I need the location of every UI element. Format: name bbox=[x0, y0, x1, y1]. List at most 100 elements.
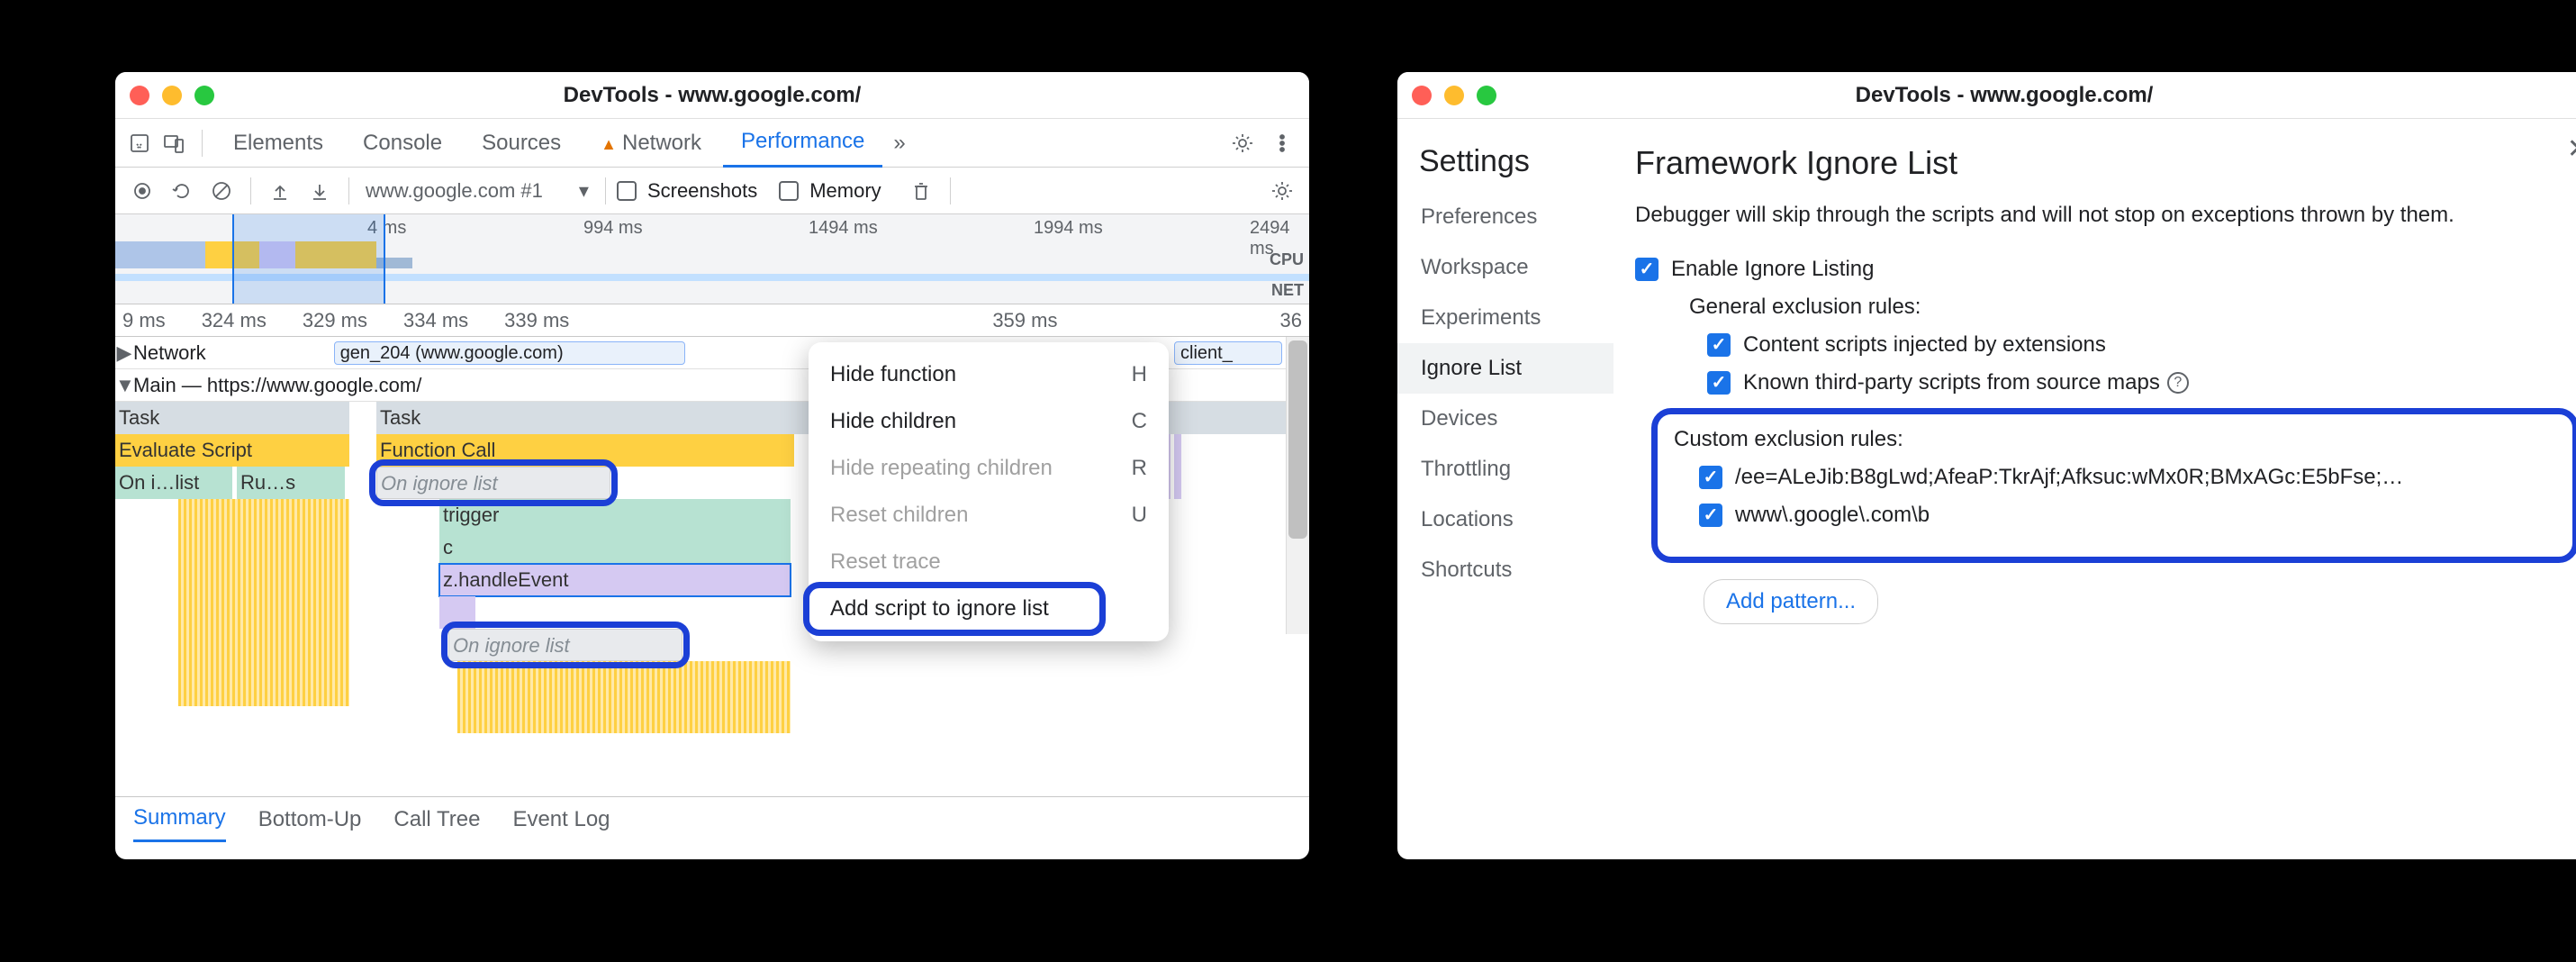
tab-overflow-button[interactable]: » bbox=[886, 131, 912, 156]
custom-rules-label: Custom exclusion rules: bbox=[1674, 427, 2556, 452]
menu-shortcut: U bbox=[1132, 503, 1147, 528]
close-window-icon[interactable] bbox=[1412, 86, 1432, 105]
tab-sources[interactable]: Sources bbox=[464, 120, 579, 167]
enable-ignore-listing-checkbox[interactable]: Enable Ignore Listing bbox=[1635, 257, 2576, 282]
settings-sidebar: Settings Preferences Workspace Experimen… bbox=[1397, 119, 1613, 859]
menu-label: Reset children bbox=[830, 503, 968, 528]
menu-add-to-ignore-list[interactable]: Add script to ignore list bbox=[809, 585, 1169, 632]
tab-event-log[interactable]: Event Log bbox=[512, 798, 610, 841]
main-track-label: Main — https://www.google.com/ bbox=[133, 369, 432, 401]
menu-label: Add script to ignore list bbox=[830, 596, 1049, 622]
window-title: DevTools - www.google.com/ bbox=[1397, 83, 2576, 108]
help-icon[interactable]: ? bbox=[2167, 372, 2189, 394]
settings-panel: ✕ Framework Ignore List Debugger will sk… bbox=[1613, 119, 2576, 859]
flame-event-sliver[interactable] bbox=[1174, 434, 1181, 499]
general-rules-label: General exclusion rules: bbox=[1635, 295, 2576, 320]
settings-heading: Settings bbox=[1397, 144, 1613, 192]
overview-tick: 1994 ms bbox=[1034, 218, 1103, 239]
sidebar-item-throttling[interactable]: Throttling bbox=[1397, 444, 1613, 495]
record-button[interactable] bbox=[124, 173, 160, 209]
panel-heading: Framework Ignore List bbox=[1635, 144, 2576, 182]
checkbox-label: Known third-party scripts from source ma… bbox=[1743, 370, 2160, 395]
panel-description: Debugger will skip through the scripts a… bbox=[1635, 200, 2576, 231]
tab-performance[interactable]: Performance bbox=[723, 118, 882, 168]
custom-rule-checkbox-1[interactable]: /ee=ALeJib:B8gLwd;AfeaP:TkrAjf;Afksuc:wM… bbox=[1674, 465, 2556, 490]
clear-button[interactable] bbox=[203, 173, 240, 209]
memory-checkbox[interactable]: Memory bbox=[779, 179, 881, 203]
network-request-bar[interactable]: gen_204 (www.google.com) bbox=[334, 341, 685, 365]
tab-console[interactable]: Console bbox=[345, 120, 460, 167]
sidebar-item-preferences[interactable]: Preferences bbox=[1397, 192, 1613, 242]
content-scripts-checkbox[interactable]: Content scripts injected by extensions bbox=[1635, 332, 2576, 358]
recording-selector[interactable]: www.google.com #1 ▾ bbox=[360, 179, 594, 203]
sidebar-item-devices[interactable]: Devices bbox=[1397, 394, 1613, 444]
custom-rule-text: www\.google\.com\b bbox=[1735, 503, 1930, 528]
tab-network[interactable]: Network bbox=[583, 120, 719, 167]
maximize-window-icon[interactable] bbox=[194, 86, 214, 105]
upload-icon[interactable] bbox=[262, 173, 298, 209]
menu-reset-children: Reset children U bbox=[809, 492, 1169, 539]
flame-event[interactable]: On i…list bbox=[115, 467, 232, 499]
garbage-collect-icon[interactable] bbox=[903, 173, 939, 209]
menu-hide-function[interactable]: Hide function H bbox=[809, 351, 1169, 398]
tab-call-tree[interactable]: Call Tree bbox=[393, 798, 480, 841]
checkbox-checked-icon bbox=[1707, 333, 1731, 357]
overview-panel[interactable]: 4 ms 994 ms 1494 ms 1994 ms 2494 ms CPU … bbox=[115, 214, 1309, 304]
flame-event-stripe[interactable] bbox=[457, 661, 791, 733]
kebab-menu-icon[interactable] bbox=[1264, 125, 1300, 161]
menu-shortcut: R bbox=[1132, 456, 1147, 481]
reload-record-button[interactable] bbox=[164, 173, 200, 209]
close-window-icon[interactable] bbox=[130, 86, 149, 105]
tab-elements[interactable]: Elements bbox=[215, 120, 341, 167]
custom-rule-checkbox-2[interactable]: www\.google\.com\b bbox=[1674, 503, 2556, 528]
flame-event-ignored[interactable]: On ignore list bbox=[448, 629, 682, 661]
net-label: NET bbox=[1271, 281, 1304, 300]
time-tick: 324 ms bbox=[202, 309, 267, 332]
tab-summary[interactable]: Summary bbox=[133, 796, 226, 842]
cpu-label: CPU bbox=[1270, 250, 1304, 269]
minimize-window-icon[interactable] bbox=[162, 86, 182, 105]
flame-event-ignored[interactable]: On ignore list bbox=[376, 467, 610, 499]
maximize-window-icon[interactable] bbox=[1477, 86, 1496, 105]
sidebar-item-experiments[interactable]: Experiments bbox=[1397, 293, 1613, 343]
sidebar-item-locations[interactable]: Locations bbox=[1397, 495, 1613, 545]
minimize-window-icon[interactable] bbox=[1444, 86, 1464, 105]
device-toggle-icon[interactable] bbox=[158, 128, 189, 159]
checkbox-checked-icon bbox=[1699, 504, 1722, 527]
devtools-window-left: DevTools - www.google.com/ Elements Cons… bbox=[115, 72, 1309, 859]
flame-event[interactable]: Task bbox=[115, 402, 349, 434]
flame-event[interactable]: c bbox=[439, 531, 791, 564]
flame-event[interactable] bbox=[439, 596, 475, 629]
custom-rules-highlight: Custom exclusion rules: /ee=ALeJib:B8gLw… bbox=[1651, 408, 2576, 563]
flame-event-selected[interactable]: z.handleEvent bbox=[439, 564, 791, 596]
flame-event[interactable]: Evaluate Script bbox=[115, 434, 349, 467]
settings-gear-icon[interactable] bbox=[1225, 125, 1261, 161]
sidebar-item-ignore-list[interactable]: Ignore List bbox=[1397, 343, 1613, 394]
close-icon[interactable]: ✕ bbox=[2567, 133, 2576, 165]
overview-selection[interactable] bbox=[232, 214, 385, 304]
flame-event[interactable]: Ru…s bbox=[237, 467, 345, 499]
menu-hide-children[interactable]: Hide children C bbox=[809, 398, 1169, 445]
capture-settings-gear-icon[interactable] bbox=[1264, 173, 1300, 209]
memory-label: Memory bbox=[809, 179, 881, 203]
sidebar-item-workspace[interactable]: Workspace bbox=[1397, 242, 1613, 293]
network-request-bar[interactable]: client_ bbox=[1174, 341, 1282, 365]
screenshots-checkbox[interactable]: Screenshots bbox=[617, 179, 757, 203]
details-tabs: Summary Bottom-Up Call Tree Event Log bbox=[115, 796, 1309, 841]
time-tick: 334 ms bbox=[403, 309, 468, 332]
flame-event[interactable]: trigger bbox=[439, 499, 791, 531]
expand-arrow-icon[interactable]: ▶ bbox=[115, 337, 133, 368]
flame-event-stripe[interactable] bbox=[178, 499, 349, 706]
download-icon[interactable] bbox=[302, 173, 338, 209]
checkbox-checked-icon bbox=[1635, 258, 1659, 281]
sidebar-item-shortcuts[interactable]: Shortcuts bbox=[1397, 545, 1613, 595]
inspect-icon[interactable] bbox=[124, 128, 155, 159]
custom-rule-text: /ee=ALeJib:B8gLwd;AfeaP:TkrAjf;Afksuc:wM… bbox=[1735, 465, 2403, 490]
collapse-arrow-icon[interactable]: ▼ bbox=[115, 369, 133, 401]
add-pattern-button[interactable]: Add pattern... bbox=[1704, 579, 1878, 624]
flame-event[interactable]: Function Call bbox=[376, 434, 794, 467]
tab-bottom-up[interactable]: Bottom-Up bbox=[258, 798, 362, 841]
third-party-checkbox[interactable]: Known third-party scripts from source ma… bbox=[1635, 370, 2576, 395]
menu-reset-trace: Reset trace bbox=[809, 539, 1169, 585]
menu-label: Hide function bbox=[830, 362, 956, 387]
